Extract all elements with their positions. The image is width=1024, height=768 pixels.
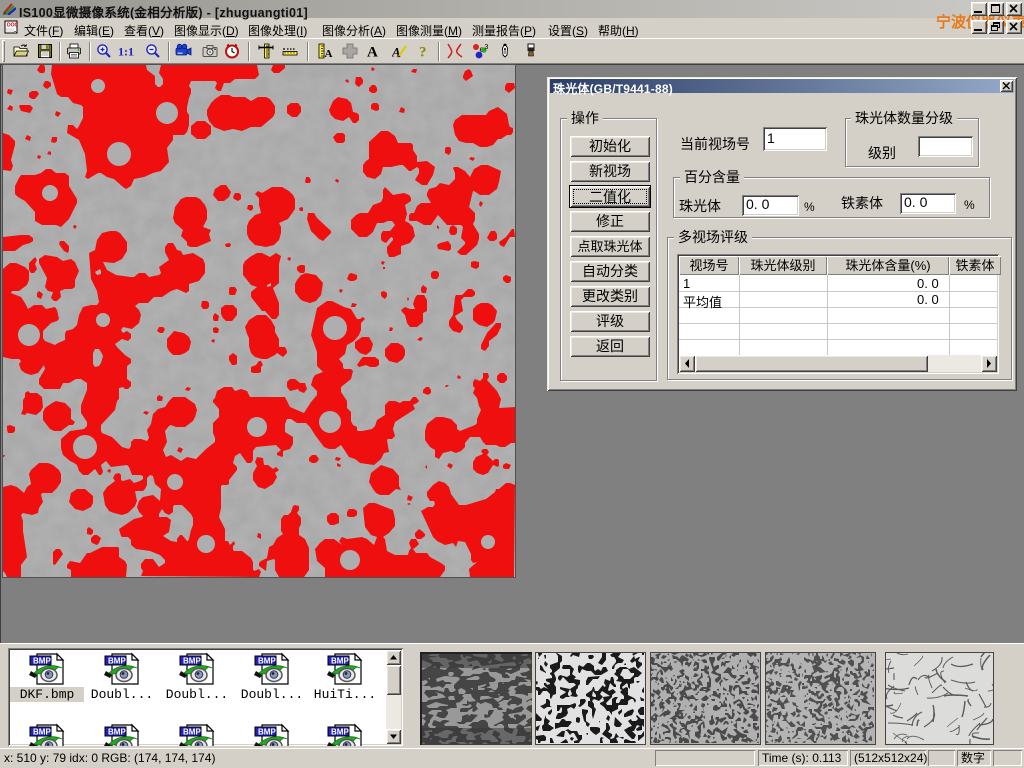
svg-text:BMP: BMP <box>33 657 51 666</box>
svg-text:DOC: DOC <box>7 23 19 29</box>
svg-text:BMP: BMP <box>258 728 276 737</box>
svg-text:A: A <box>367 45 378 60</box>
svg-text:BMP: BMP <box>33 728 51 737</box>
svg-text:?: ? <box>419 45 427 60</box>
svg-text:BMP: BMP <box>331 657 349 666</box>
svg-text:3: 3 <box>485 44 489 51</box>
svg-text:1:1: 1:1 <box>118 45 134 59</box>
svg-text:BMP: BMP <box>108 657 126 666</box>
svg-text:BMP: BMP <box>183 657 201 666</box>
svg-text:BMP: BMP <box>258 657 276 666</box>
svg-text:BMP: BMP <box>331 728 349 737</box>
svg-text:BMP: BMP <box>108 728 126 737</box>
svg-text:A: A <box>325 48 333 59</box>
svg-text:BMP: BMP <box>183 728 201 737</box>
